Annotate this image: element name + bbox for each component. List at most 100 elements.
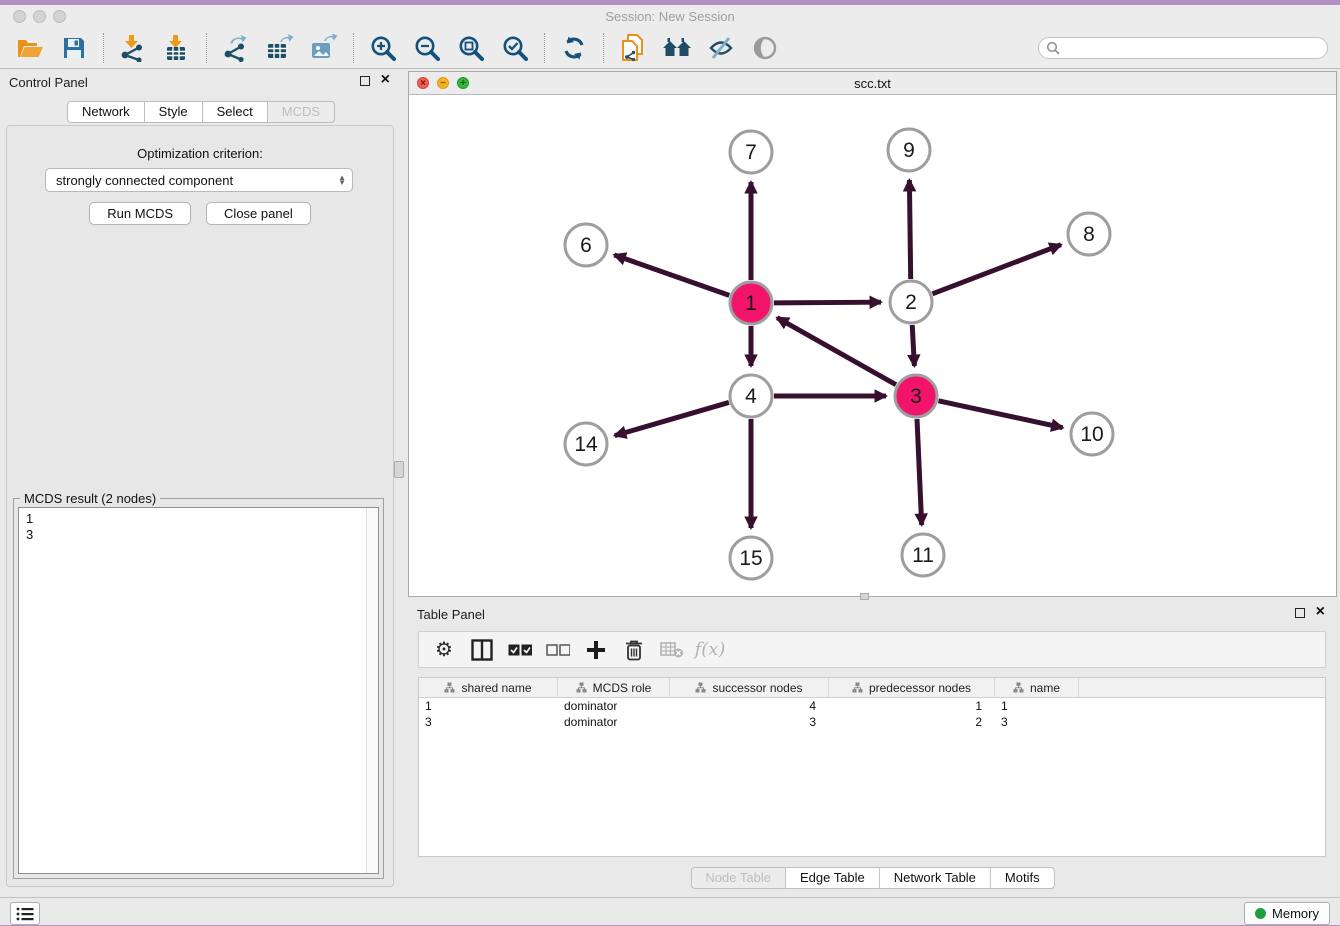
import-network-icon[interactable] [115, 32, 151, 64]
zoom-in-icon[interactable] [365, 32, 401, 64]
graph-edge-3-10[interactable] [938, 401, 1062, 428]
column-visibility-icon[interactable] [465, 635, 499, 665]
result-scrollbar[interactable] [366, 508, 378, 873]
table-cell[interactable]: 3 [995, 714, 1079, 730]
mcds-panel: Optimization criterion: strongly connect… [6, 125, 394, 887]
toolbar-separator [353, 33, 354, 63]
column-type-icon [1013, 682, 1024, 693]
control-panel-header: Control Panel × [0, 69, 402, 95]
list-icon [16, 906, 34, 922]
refresh-icon[interactable] [556, 32, 592, 64]
mcds-result-group: MCDS result (2 nodes) 1 3 [13, 498, 384, 879]
settings-gear-icon[interactable]: ⚙ [427, 635, 461, 665]
delete-column-icon [655, 635, 689, 665]
add-column-icon[interactable] [579, 635, 613, 665]
export-table-icon[interactable] [262, 32, 298, 64]
export-image-icon[interactable] [306, 32, 342, 64]
optimization-criterion-label: Optimization criterion: [7, 146, 393, 161]
tab-edge-table[interactable]: Edge Table [786, 867, 880, 889]
graph-node-label-3: 3 [910, 385, 922, 408]
node-table[interactable]: shared nameMCDS rolesuccessor nodesprede… [418, 677, 1326, 857]
birds-eye-view-icon[interactable] [747, 32, 783, 64]
search-input[interactable] [1064, 39, 1327, 57]
save-session-icon[interactable] [56, 32, 92, 64]
control-panel: Control Panel × NetworkStyleSelectMCDS O… [0, 69, 402, 897]
vertical-splitter-handle[interactable] [394, 461, 404, 478]
tab-select[interactable]: Select [203, 101, 268, 123]
select-all-checks-icon[interactable] [503, 635, 537, 665]
float-table-panel-icon[interactable] [1295, 608, 1305, 618]
new-network-from-selection-icon[interactable] [615, 32, 651, 64]
node-table-body: 1dominator4113dominator323 [419, 698, 1325, 730]
table-cell[interactable]: 2 [829, 714, 995, 730]
close-panel-icon[interactable]: × [381, 71, 390, 89]
network-canvas[interactable]: 7968124314101511 [409, 95, 1336, 596]
import-table-icon[interactable] [159, 32, 195, 64]
column-header-name[interactable]: name [995, 678, 1079, 697]
delete-entries-icon[interactable] [617, 635, 651, 665]
network-window-titlebar[interactable]: × − + scc.txt [409, 72, 1336, 95]
graph-node-label-1: 1 [745, 292, 757, 315]
graph-edge-1-6[interactable] [614, 255, 729, 295]
zoom-fit-icon[interactable] [453, 32, 489, 64]
fx-label: f(x) [695, 639, 726, 660]
deselect-all-checks-icon[interactable] [541, 635, 575, 665]
table-cell[interactable]: 1 [419, 698, 558, 714]
column-type-icon [576, 682, 587, 693]
mcds-result-text[interactable]: 1 3 [18, 507, 379, 874]
run-mcds-button[interactable]: Run MCDS [89, 202, 191, 225]
table-cell[interactable]: 1 [829, 698, 995, 714]
table-row[interactable]: 3dominator323 [419, 714, 1325, 730]
show-graphics-details-icon[interactable] [703, 32, 739, 64]
open-session-icon[interactable] [12, 32, 48, 64]
close-table-panel-icon[interactable]: × [1316, 603, 1325, 621]
float-panel-icon[interactable] [360, 76, 370, 86]
memory-button[interactable]: Memory [1244, 902, 1330, 925]
column-header-predecessor-nodes[interactable]: predecessor nodes [829, 678, 995, 697]
column-header-shared-name[interactable]: shared name [419, 678, 558, 697]
tab-node-table[interactable]: Node Table [690, 867, 786, 889]
table-row[interactable]: 1dominator411 [419, 698, 1325, 714]
graph-node-label-10: 10 [1080, 423, 1103, 446]
graph-edge-1-2[interactable] [774, 302, 881, 303]
graph-edge-2-3[interactable] [912, 325, 914, 366]
table-cell[interactable]: 3 [419, 714, 558, 730]
status-bar: Memory [0, 897, 1340, 925]
tab-motifs[interactable]: Motifs [991, 867, 1055, 889]
graph-edge-3-11[interactable] [917, 419, 922, 525]
criterion-select[interactable]: strongly connected component ▲▼ [45, 168, 353, 192]
tab-network[interactable]: Network [67, 101, 145, 123]
task-history-button[interactable] [10, 902, 40, 925]
zoom-selected-icon[interactable] [497, 32, 533, 64]
table-tabs: Node TableEdge TableNetwork TableMotifs [690, 867, 1054, 889]
export-network-icon[interactable] [218, 32, 254, 64]
graph-edge-2-9[interactable] [909, 180, 910, 279]
column-type-icon [852, 682, 863, 693]
table-cell[interactable]: dominator [558, 714, 670, 730]
close-panel-button[interactable]: Close panel [206, 202, 311, 225]
toolbar-separator [103, 33, 104, 63]
horizontal-splitter-handle[interactable] [860, 593, 869, 600]
table-cell[interactable]: 1 [995, 698, 1079, 714]
table-cell[interactable]: dominator [558, 698, 670, 714]
table-cell[interactable]: 4 [670, 698, 829, 714]
zoom-out-icon[interactable] [409, 32, 445, 64]
toolbar-separator [544, 33, 545, 63]
column-header-successor-nodes[interactable]: successor nodes [670, 678, 829, 697]
search-box[interactable] [1038, 37, 1328, 59]
tab-mcds[interactable]: MCDS [268, 101, 335, 123]
graph-edge-3-1[interactable] [777, 318, 896, 385]
tab-network-table[interactable]: Network Table [880, 867, 991, 889]
graph-edge-2-8[interactable] [932, 245, 1060, 294]
first-neighbors-icon[interactable] [659, 32, 695, 64]
column-type-icon [444, 682, 455, 693]
title-bar[interactable]: Session: New Session [0, 5, 1340, 28]
graph-node-label-8: 8 [1083, 223, 1095, 246]
tab-style[interactable]: Style [145, 101, 203, 123]
network-graph: 7968124314101511 [409, 95, 1336, 596]
control-panel-title: Control Panel [9, 75, 88, 90]
graph-edge-4-14[interactable] [615, 402, 729, 435]
table-cell[interactable]: 3 [670, 714, 829, 730]
column-header-MCDS-role[interactable]: MCDS role [558, 678, 670, 697]
graph-node-label-7: 7 [745, 141, 757, 164]
